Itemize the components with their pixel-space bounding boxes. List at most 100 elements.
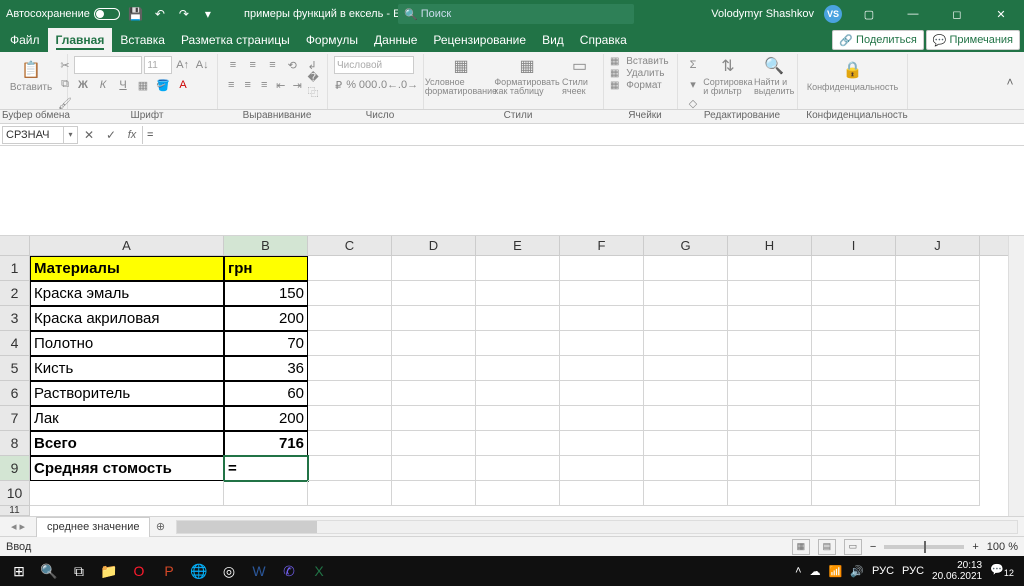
col-header-C[interactable]: C xyxy=(308,236,392,255)
name-box[interactable]: СРЗНАЧ xyxy=(2,126,64,144)
font-name-combo[interactable] xyxy=(74,56,142,74)
toggle-off-icon[interactable] xyxy=(94,8,120,20)
dec-decimal-icon[interactable]: .0→ xyxy=(399,76,417,94)
cancel-formula-icon[interactable]: ✕ xyxy=(78,125,100,145)
align-bottom-icon[interactable]: ≡ xyxy=(264,56,282,74)
indent-inc-icon[interactable]: ⇥ xyxy=(290,76,305,94)
cell-D4[interactable] xyxy=(392,331,476,356)
cell-A6[interactable]: Растворитель xyxy=(30,381,224,406)
cell-J10[interactable] xyxy=(896,481,980,506)
align-left-icon[interactable]: ≡ xyxy=(224,76,239,94)
cell-H7[interactable] xyxy=(728,406,812,431)
col-header-D[interactable]: D xyxy=(392,236,476,255)
user-name[interactable]: Volodymyr Shashkov xyxy=(711,8,814,20)
sheet-nav[interactable]: ◂ ▸ xyxy=(0,520,36,533)
find-select-button[interactable]: 🔍Найти и выделить xyxy=(754,56,794,96)
taskbar-app-excel[interactable]: X xyxy=(304,556,334,586)
row-header-7[interactable]: 7 xyxy=(0,406,30,431)
col-header-J[interactable]: J xyxy=(896,236,980,255)
inc-decimal-icon[interactable]: .0← xyxy=(379,76,397,94)
format-as-table-button[interactable]: ▦Форматировать как таблицу xyxy=(496,56,558,96)
orientation-icon[interactable]: ⟲ xyxy=(283,56,301,74)
taskbar-app-opera[interactable]: O xyxy=(124,556,154,586)
cell-C5[interactable] xyxy=(308,356,392,381)
cell-B5[interactable]: 36 xyxy=(224,356,308,381)
col-header-B[interactable]: B xyxy=(224,236,308,255)
border-icon[interactable]: ▦ xyxy=(134,76,152,94)
cell-F1[interactable] xyxy=(560,256,644,281)
currency-icon[interactable]: ₽ xyxy=(334,76,343,94)
sort-filter-button[interactable]: ⇅Сортировка и фильтр xyxy=(706,56,750,96)
cell-E4[interactable] xyxy=(476,331,560,356)
cell-styles-button[interactable]: ▭Стили ячеек xyxy=(562,56,597,96)
cell-J8[interactable] xyxy=(896,431,980,456)
cell-E3[interactable] xyxy=(476,306,560,331)
col-header-G[interactable]: G xyxy=(644,236,728,255)
sheet-tab-active[interactable]: среднее значение xyxy=(36,517,150,537)
cell-B4[interactable]: 70 xyxy=(224,331,308,356)
cell-A5[interactable]: Кисть xyxy=(30,356,224,381)
cell-B7[interactable]: 200 xyxy=(224,406,308,431)
tray-clock[interactable]: 20:13 20.06.2021 xyxy=(932,560,982,582)
cell-H5[interactable] xyxy=(728,356,812,381)
shrink-font-icon[interactable]: A↓ xyxy=(193,56,211,74)
cell-B10[interactable] xyxy=(224,481,308,506)
cell-I10[interactable] xyxy=(812,481,896,506)
number-format-combo[interactable]: Числовой xyxy=(334,56,414,74)
cells-format-button[interactable]: ▦ Формат xyxy=(610,80,671,91)
page-layout-view-icon[interactable]: ▤ xyxy=(818,539,836,555)
font-color-icon[interactable]: A xyxy=(174,76,192,94)
cell-D7[interactable] xyxy=(392,406,476,431)
cell-E9[interactable] xyxy=(476,456,560,481)
cell-G9[interactable] xyxy=(644,456,728,481)
cell-I3[interactable] xyxy=(812,306,896,331)
cell-F3[interactable] xyxy=(560,306,644,331)
tab-file[interactable]: Файл xyxy=(2,28,48,52)
cell-E8[interactable] xyxy=(476,431,560,456)
tab-review[interactable]: Рецензирование xyxy=(425,28,534,52)
cell-J3[interactable] xyxy=(896,306,980,331)
fill-icon[interactable]: ▾ xyxy=(684,75,702,93)
cell-B6[interactable]: 60 xyxy=(224,381,308,406)
cell-B8[interactable]: 716 xyxy=(224,431,308,456)
taskbar-app-generic1[interactable]: ◎ xyxy=(214,556,244,586)
zoom-in-icon[interactable]: + xyxy=(972,541,978,553)
cell-G3[interactable] xyxy=(644,306,728,331)
cell-I6[interactable] xyxy=(812,381,896,406)
enter-formula-icon[interactable]: ✓ xyxy=(100,125,122,145)
fx-icon[interactable]: fx xyxy=(122,129,142,141)
col-header-F[interactable]: F xyxy=(560,236,644,255)
cell-I9[interactable] xyxy=(812,456,896,481)
cell-H3[interactable] xyxy=(728,306,812,331)
cell-F8[interactable] xyxy=(560,431,644,456)
cell-G2[interactable] xyxy=(644,281,728,306)
cell-H2[interactable] xyxy=(728,281,812,306)
cell-C1[interactable] xyxy=(308,256,392,281)
paste-button[interactable]: 📋Вставить xyxy=(10,56,52,96)
taskbar-app-explorer[interactable]: 📁 xyxy=(94,556,124,586)
task-view-icon[interactable]: ⧉ xyxy=(64,556,94,586)
taskbar-app-word[interactable]: W xyxy=(244,556,274,586)
worksheet-grid[interactable]: ABCDEFGHIJ1Материалыгрн2Краска эмаль1503… xyxy=(0,236,1024,516)
cell-B3[interactable]: 200 xyxy=(224,306,308,331)
indent-dec-icon[interactable]: ⇤ xyxy=(274,76,289,94)
tab-data[interactable]: Данные xyxy=(366,28,425,52)
cell-F7[interactable] xyxy=(560,406,644,431)
fill-color-icon[interactable]: 🪣 xyxy=(154,76,172,94)
horizontal-scrollbar[interactable] xyxy=(176,520,1018,534)
taskbar-search-icon[interactable]: 🔍 xyxy=(34,556,64,586)
underline-icon[interactable]: Ч xyxy=(114,76,132,94)
bold-icon[interactable]: Ж xyxy=(74,76,92,94)
cell-B1[interactable]: грн xyxy=(224,256,308,281)
cell-D8[interactable] xyxy=(392,431,476,456)
cell-H1[interactable] xyxy=(728,256,812,281)
autosum-icon[interactable]: Σ xyxy=(684,56,702,74)
cell-G8[interactable] xyxy=(644,431,728,456)
cell-C2[interactable] xyxy=(308,281,392,306)
formula-input[interactable]: = xyxy=(142,126,1024,144)
save-icon[interactable]: 💾 xyxy=(128,6,144,22)
normal-view-icon[interactable]: ▦ xyxy=(792,539,810,555)
col-header-H[interactable]: H xyxy=(728,236,812,255)
name-box-dropdown-icon[interactable]: ▾ xyxy=(64,126,78,144)
cell-A7[interactable]: Лак xyxy=(30,406,224,431)
